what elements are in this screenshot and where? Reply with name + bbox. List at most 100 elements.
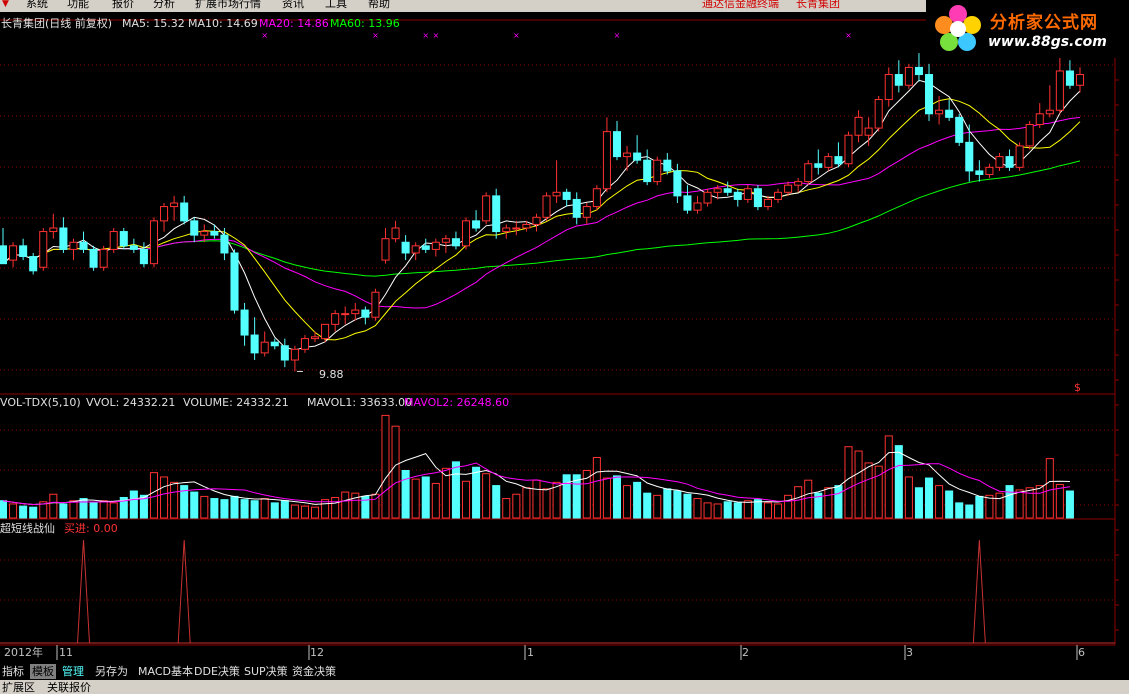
tab-dde[interactable]: DDE决策 <box>192 664 242 679</box>
menu-tools[interactable]: 工具 <box>325 0 347 10</box>
volume-bar <box>502 498 511 519</box>
candlestick <box>421 245 430 250</box>
mavol1-label: MAVOL1: 33633.00 <box>307 396 413 409</box>
ma5-label: MA5: 15.32 <box>122 17 185 30</box>
candlestick <box>341 313 350 316</box>
volume-bar <box>421 476 430 519</box>
indicator-tab-bar: 指标 模板 管理 另存为 MACD基本 DDE决策 SUP决策 资金决策 <box>0 662 1129 680</box>
tab-template[interactable]: 模板 <box>30 664 56 679</box>
volume-bar <box>129 490 138 519</box>
chart-area[interactable]: ×××××××× <box>0 12 1129 662</box>
volume-bar <box>1005 485 1014 519</box>
candlestick <box>673 170 682 197</box>
volume-bar <box>643 492 652 519</box>
tab-manage[interactable]: 管理 <box>60 664 86 679</box>
volume-bar <box>673 490 682 519</box>
buy-signal-peak <box>177 539 191 644</box>
candlestick <box>582 206 591 218</box>
volume-bar <box>512 493 521 519</box>
candlestick <box>109 231 118 250</box>
vol-indicator-name: VOL-TDX(5,10) <box>0 396 81 409</box>
candlestick <box>180 202 189 222</box>
volume-bar <box>612 475 622 519</box>
volume-bar <box>200 495 209 519</box>
candlestick <box>753 188 762 208</box>
candlestick <box>1015 145 1024 168</box>
volume-bar <box>99 500 108 519</box>
menu-system[interactable]: 系统 <box>26 0 48 10</box>
buy-signal-peak <box>77 539 91 644</box>
candlestick <box>492 195 501 233</box>
volume-bar <box>1035 485 1044 519</box>
candlestick <box>1055 70 1064 111</box>
candlestick <box>1075 74 1085 86</box>
volume-bar <box>220 499 229 519</box>
volume-bar <box>240 499 249 519</box>
menu-news[interactable]: 资讯 <box>282 0 304 10</box>
menu-extended-market[interactable]: 扩展市场行情 <box>195 0 261 10</box>
tab-save-as[interactable]: 另存为 <box>93 664 130 679</box>
candlestick <box>441 238 450 243</box>
candlestick <box>300 338 309 350</box>
candlestick <box>763 198 772 208</box>
volume-bar <box>331 496 340 519</box>
menu-analysis[interactable]: 分析 <box>153 0 175 10</box>
candlestick <box>260 341 269 354</box>
app-icon[interactable]: ▼ <box>2 0 9 11</box>
candlestick <box>743 188 752 200</box>
x-axis-month-2: 2 <box>742 646 749 659</box>
candlestick <box>401 241 410 254</box>
extension-area-button[interactable]: 扩展区 <box>2 681 35 694</box>
volume-bar <box>532 479 541 519</box>
volume-bar <box>482 473 491 519</box>
candlestick <box>733 191 742 200</box>
candlestick <box>653 159 662 183</box>
candlestick <box>774 191 783 200</box>
related-quotes-button[interactable]: 关联报价 <box>47 681 91 694</box>
tab-sup[interactable]: SUP决策 <box>242 664 290 679</box>
event-marker: × <box>845 31 852 40</box>
volume-bar <box>69 500 78 519</box>
candlestick <box>784 184 793 193</box>
signal-indicator-name: 超短线战仙 <box>0 522 55 535</box>
volume-bar <box>945 490 954 519</box>
volume-bar <box>1065 490 1074 519</box>
menu-quote[interactable]: 报价 <box>112 0 134 10</box>
candlestick <box>69 241 78 250</box>
volume-bar <box>300 505 309 519</box>
volume-bar <box>522 487 531 519</box>
volume-bar <box>0 500 8 519</box>
volume-bar <box>149 472 159 519</box>
terminal-title: 通达信金融终端 <box>702 0 779 10</box>
event-marker: × <box>513 31 520 40</box>
candlestick <box>200 231 209 236</box>
tab-macd-basic[interactable]: MACD基本 <box>136 664 195 679</box>
volume-bar <box>592 457 601 519</box>
candlestick <box>592 188 601 208</box>
volume-bar <box>210 498 219 519</box>
candlestick <box>451 238 460 247</box>
candlestick <box>683 195 692 211</box>
volume-bar <box>774 503 783 519</box>
candlestick <box>864 127 873 136</box>
candlestick <box>1065 70 1074 86</box>
tab-capital[interactable]: 资金决策 <box>290 664 338 679</box>
volume-bar <box>914 487 923 519</box>
candlestick <box>160 206 169 222</box>
candlestick <box>612 131 622 158</box>
menu-function[interactable]: 功能 <box>67 0 89 10</box>
tab-indicator[interactable]: 指标 <box>0 664 26 679</box>
candlestick <box>663 159 672 172</box>
ma20-label: MA20: 14.86 <box>259 17 329 30</box>
candlestick <box>955 116 964 143</box>
menu-help[interactable]: 帮助 <box>368 0 390 10</box>
candlestick <box>0 245 8 265</box>
volume-bar <box>1045 458 1054 519</box>
candlestick <box>562 191 571 200</box>
candlestick <box>602 131 611 190</box>
candlestick <box>119 231 128 247</box>
candlestick <box>532 216 541 225</box>
candlestick <box>965 141 974 172</box>
candlestick <box>39 231 48 268</box>
volume-bar <box>633 481 642 519</box>
